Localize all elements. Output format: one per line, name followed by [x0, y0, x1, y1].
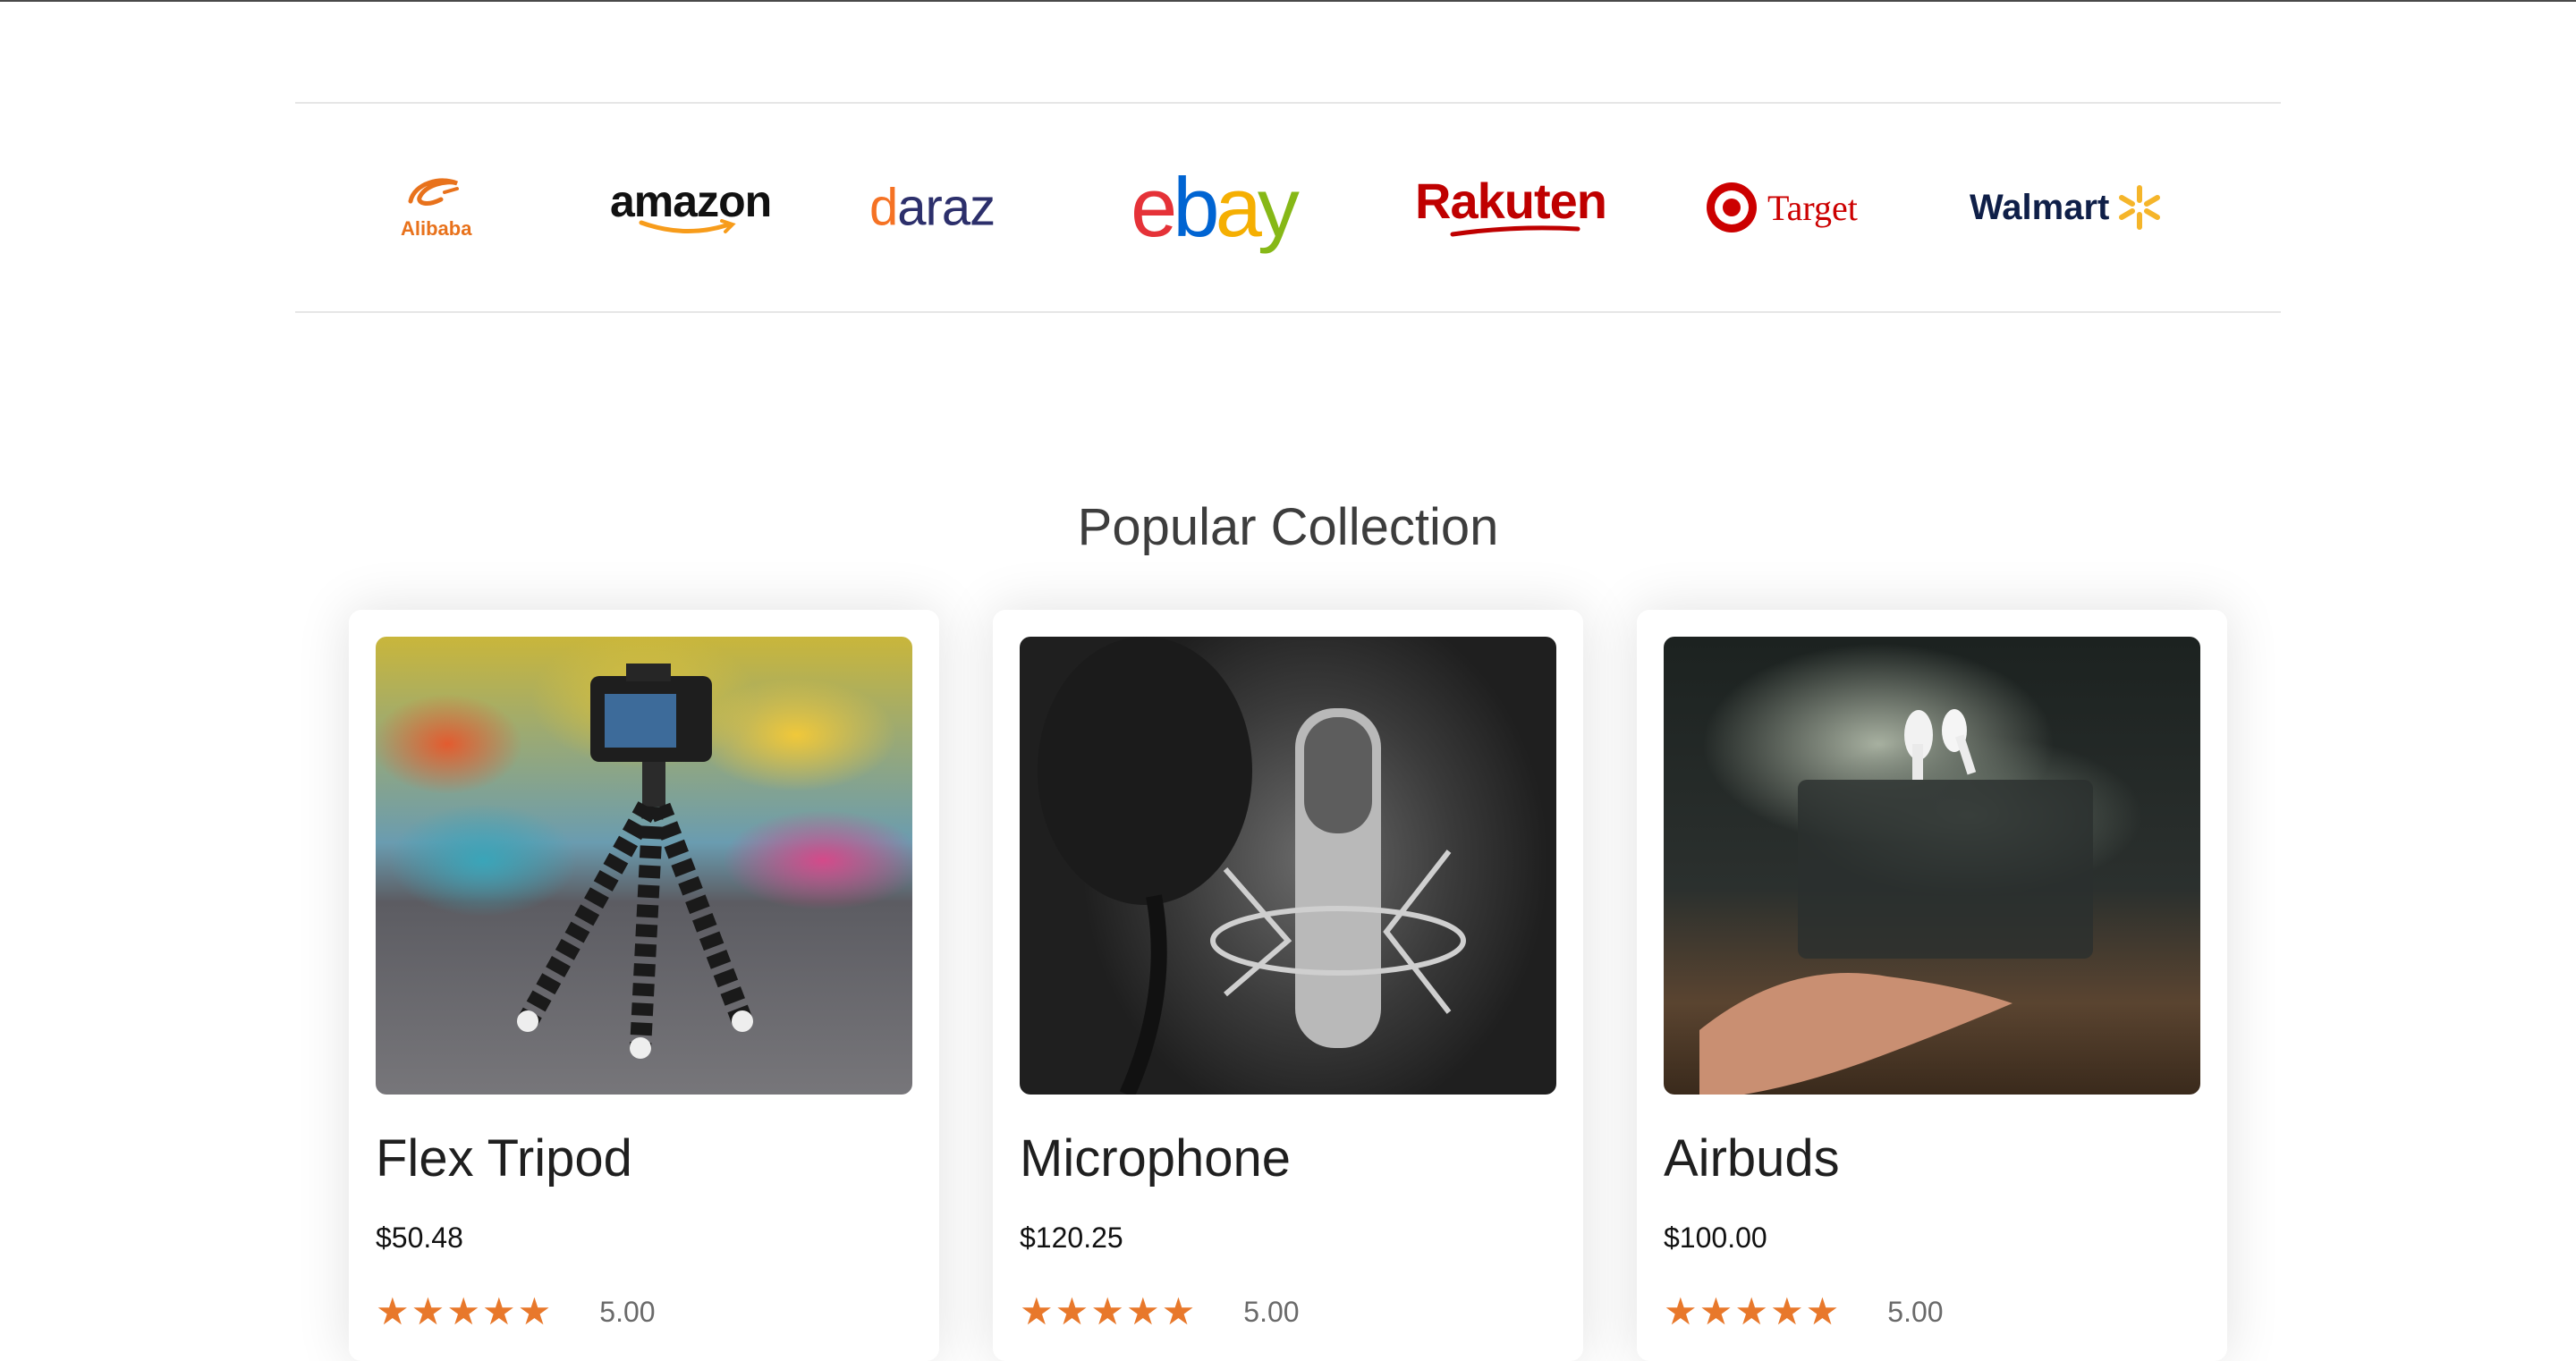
product-card[interactable]: Airbuds $100.00 ★ ★ ★ ★ ★ 5.00: [1637, 610, 2227, 1361]
product-card[interactable]: Microphone $120.25 ★ ★ ★ ★ ★ 5.00: [993, 610, 1583, 1361]
rating-score: 5.00: [1887, 1295, 1944, 1328]
product-card[interactable]: Flex Tripod $50.48 ★ ★ ★ ★ ★ 5.00: [349, 610, 939, 1361]
target-logo[interactable]: Target: [1707, 182, 1858, 232]
product-price: $100.00: [1664, 1222, 1767, 1254]
walmart-spark-icon: [2119, 185, 2161, 230]
microphone-photo-icon: [1038, 637, 1466, 1095]
amazon-logo[interactable]: amazon: [610, 176, 772, 237]
amazon-wordmark: amazon: [610, 176, 772, 226]
walmart-wordmark: Walmart: [1970, 187, 2110, 227]
product-title[interactable]: Microphone: [1020, 1129, 1291, 1188]
product-price: $120.25: [1020, 1222, 1123, 1254]
ebay-logo[interactable]: ebay: [1131, 159, 1300, 256]
tripod-photo-icon: [517, 664, 753, 1059]
walmart-logo[interactable]: Walmart: [1970, 184, 2163, 231]
target-wordmark: Target: [1767, 187, 1858, 228]
rakuten-logo[interactable]: Rakuten: [1415, 173, 1607, 238]
rakuten-wordmark: Rakuten: [1415, 173, 1607, 229]
product-title[interactable]: Airbuds: [1664, 1129, 1840, 1188]
product-image-tripod[interactable]: [376, 637, 912, 1095]
rating-score: 5.00: [599, 1295, 656, 1328]
section-title: Popular Collection: [1077, 498, 1499, 556]
alibaba-mark-icon: [405, 174, 468, 217]
alibaba-logo[interactable]: Alibaba: [401, 174, 471, 241]
alibaba-swoosh-icon: [408, 178, 459, 206]
daraz-wordmark: araz: [897, 178, 996, 237]
target-bullseye-icon: [1707, 182, 1757, 232]
product-price: $50.48: [376, 1222, 463, 1254]
product-image-microphone[interactable]: [1020, 637, 1556, 1095]
rating-score: 5.00: [1243, 1295, 1300, 1328]
brand-strip: Alibaba amazon d araz ebay Rakuten Target…: [295, 102, 2281, 313]
rakuten-swoosh-icon: [1450, 225, 1580, 237]
amazon-smile-icon: [639, 219, 736, 234]
alibaba-wordmark: Alibaba: [401, 217, 472, 240]
daraz-logo[interactable]: d araz: [869, 178, 996, 238]
product-image-airbuds[interactable]: [1664, 637, 2200, 1095]
top-border: [0, 0, 2576, 2]
ebay-letter-b: b: [1173, 160, 1219, 254]
airbuds-photo-icon: [1699, 709, 2093, 1095]
ebay-letter-e: e: [1131, 160, 1177, 254]
product-title[interactable]: Flex Tripod: [376, 1129, 632, 1188]
ebay-letter-y: y: [1257, 160, 1300, 254]
ebay-letter-a: a: [1215, 160, 1262, 254]
daraz-initial: d: [869, 178, 898, 237]
